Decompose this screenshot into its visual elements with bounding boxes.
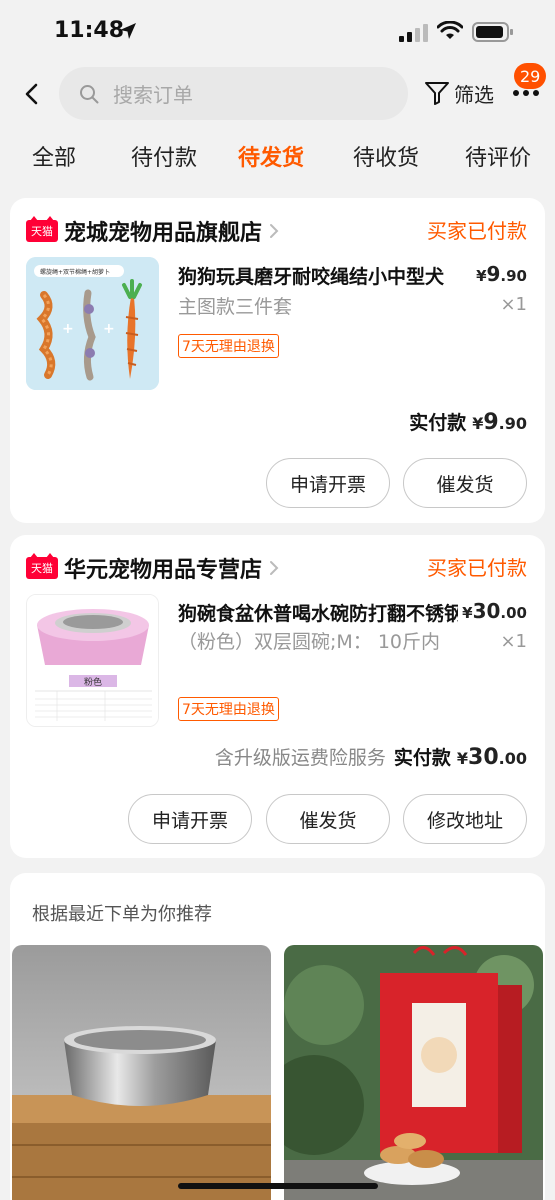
product-price: ¥30.00 [462, 599, 527, 623]
status-time: 11:48 [54, 18, 125, 43]
shop-link[interactable]: 天猫 华元宠物用品专营店 [26, 552, 280, 584]
mooncake-gift-box-photo [284, 945, 543, 1200]
search-input[interactable]: 搜索订单 [59, 67, 408, 120]
product-image-caption: 粉色 [84, 676, 102, 688]
chevron-right-icon [270, 224, 279, 238]
home-indicator[interactable] [178, 1183, 378, 1189]
return-policy-tag: 7天无理由退换 [178, 697, 279, 721]
return-policy-tag: 7天无理由退换 [178, 334, 279, 358]
tab-pending-payment[interactable]: 待付款 [131, 140, 197, 172]
recommended-product-image[interactable] [284, 945, 543, 1200]
request-invoice-button[interactable]: 申请开票 [128, 794, 252, 844]
search-icon [80, 84, 99, 103]
product-qty: ×1 [500, 294, 527, 315]
order-card: 天猫 宠城宠物用品旗舰店 买家已付款 螺旋绳+双节棉绳+胡萝卜 + + 狗狗玩具… [10, 198, 545, 523]
order-status: 买家已付款 [427, 556, 527, 580]
shop-link[interactable]: 天猫 宠城宠物用品旗舰店 [26, 215, 280, 247]
recommendation-section: 根据最近下单为你推荐 [10, 873, 545, 1200]
tab-all[interactable]: 全部 [32, 140, 76, 172]
request-invoice-button[interactable]: 申请开票 [266, 458, 390, 508]
rope-toys-illustration: 螺旋绳+双节棉绳+胡萝卜 + + [26, 257, 159, 390]
battery-icon [472, 22, 513, 42]
search-placeholder: 搜索订单 [113, 83, 193, 107]
paid-amount: 实付款 ¥9.90 [409, 410, 527, 435]
tab-pending-receipt[interactable]: 待收货 [353, 140, 419, 172]
order-status: 买家已付款 [427, 219, 527, 243]
svg-text:+: + [62, 321, 74, 337]
chevron-right-icon [270, 561, 279, 575]
product-image[interactable]: 粉色 [26, 594, 159, 727]
wifi-icon [437, 21, 463, 39]
chevron-left-icon [25, 83, 38, 105]
shipping-insurance-note: 含升级版运费险服务 [214, 747, 386, 769]
paid-amount: 含升级版运费险服务 实付款 ¥30.00 [214, 745, 527, 770]
steel-bowl-photo [12, 945, 271, 1200]
product-title[interactable]: 狗狗玩具磨牙耐咬绳结小中型犬 [178, 262, 458, 289]
product-image[interactable]: 螺旋绳+双节棉绳+胡萝卜 + + [26, 257, 159, 390]
filter-button[interactable]: 筛选 [424, 78, 494, 108]
message-count-badge: 29 [514, 63, 547, 89]
product-spec: （粉色）双层圆碗;M： 10斤内 [178, 631, 441, 653]
tmall-icon: 天猫 [26, 216, 58, 242]
tab-pending-review[interactable]: 待评价 [465, 140, 531, 172]
back-button[interactable] [18, 80, 46, 108]
order-card: 天猫 华元宠物用品专营店 买家已付款 粉色 狗碗食盆休普喝水碗防打翻不锈钢 ¥3… [10, 535, 545, 858]
product-spec: 主图款三件套 [178, 296, 293, 318]
urge-shipment-button[interactable]: 催发货 [266, 794, 390, 844]
recommended-product-image[interactable] [12, 945, 271, 1200]
product-title[interactable]: 狗碗食盆休普喝水碗防打翻不锈钢 [178, 599, 458, 626]
svg-text:+: + [103, 321, 115, 337]
tab-pending-shipment[interactable]: 待发货 [238, 140, 304, 172]
recommendation-title: 根据最近下单为你推荐 [32, 904, 212, 925]
tmall-icon: 天猫 [26, 553, 58, 579]
product-image-caption: 螺旋绳+双节棉绳+胡萝卜 [40, 268, 110, 276]
modify-address-button[interactable]: 修改地址 [403, 794, 527, 844]
location-arrow-icon [120, 23, 136, 39]
urge-shipment-button[interactable]: 催发货 [403, 458, 527, 508]
status-bar: 11:48 [0, 0, 555, 62]
cellular-signal-icon [399, 24, 428, 42]
order-tabs: 全部 待付款 待发货 待收货 待评价 [0, 140, 555, 180]
product-price: ¥9.90 [476, 262, 527, 286]
filter-funnel-icon [425, 82, 449, 105]
shop-name: 华元宠物用品专营店 [64, 558, 263, 583]
product-qty: ×1 [500, 631, 527, 652]
pink-bowl-illustration: 粉色 [27, 595, 158, 726]
shop-name: 宠城宠物用品旗舰店 [64, 221, 263, 246]
filter-label: 筛选 [454, 82, 494, 107]
